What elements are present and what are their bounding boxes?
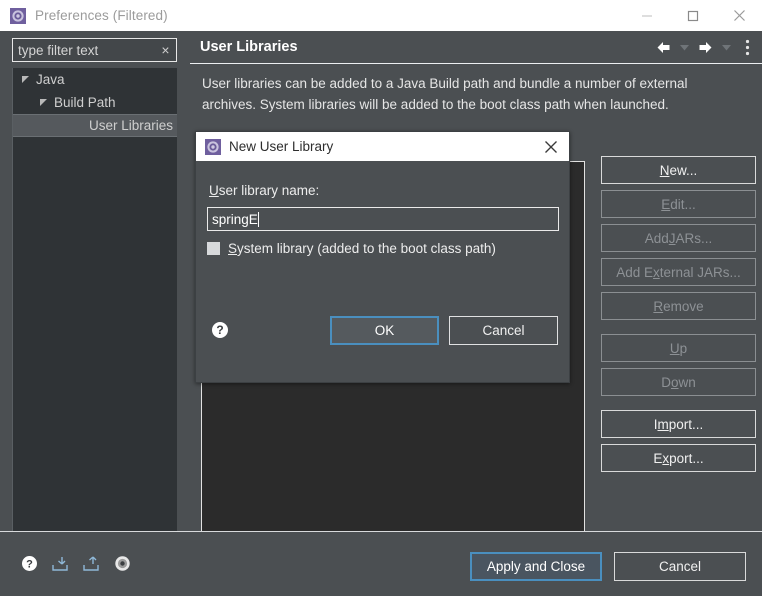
text-caret xyxy=(257,211,259,227)
window-titlebar: Preferences (Filtered) xyxy=(0,0,762,31)
back-icon[interactable] xyxy=(654,38,672,58)
remove-button: Remove xyxy=(601,292,756,320)
dialog-title: New User Library xyxy=(229,139,334,154)
help-icon[interactable]: ? xyxy=(211,321,229,339)
tree-item-label: Java xyxy=(36,72,65,87)
filter-input-value[interactable]: type filter text xyxy=(13,43,158,58)
main-header: User Libraries xyxy=(190,31,762,64)
page-title: User Libraries xyxy=(200,39,298,55)
close-icon[interactable] xyxy=(716,0,762,31)
tree-item-label: Build Path xyxy=(54,95,116,110)
library-actions: New... Edit... Add J ARs... Add Ex ternal … xyxy=(601,156,756,472)
checkbox-box-icon[interactable] xyxy=(207,242,220,255)
tree-item-user-libraries[interactable]: User Libraries xyxy=(13,114,177,137)
page-description: User libraries can be added to a Java Bu… xyxy=(202,76,688,112)
help-icon[interactable]: ? xyxy=(18,552,40,574)
add-external-jars-button: Add Ex ternal JARs... xyxy=(601,258,756,286)
edit-button: Edit... xyxy=(601,190,756,218)
footer: ? Apply and Close Cancel xyxy=(0,532,762,596)
tree-item-label: User Libraries xyxy=(88,118,173,133)
sidebar: type filter text × Java Build Path User … xyxy=(0,31,190,531)
preferences-gear-icon xyxy=(10,7,26,24)
library-name-value: springE xyxy=(212,211,258,227)
tree-item-build-path[interactable]: Build Path xyxy=(13,91,177,114)
main-toolbar xyxy=(654,31,756,64)
apply-and-close-button[interactable]: Apply and Close xyxy=(470,552,602,581)
back-dropdown-icon[interactable] xyxy=(675,38,693,58)
preferences-window: Preferences (Filtered) type filter text … xyxy=(0,0,762,596)
export-preferences-icon[interactable] xyxy=(80,552,102,574)
import-button[interactable]: Im port... xyxy=(601,410,756,438)
new-user-library-dialog: New User Library User library name: spri… xyxy=(195,131,570,383)
expand-arrow-icon[interactable] xyxy=(19,75,32,84)
dialog-cancel-button[interactable]: Cancel xyxy=(449,316,558,345)
down-button: Do wn xyxy=(601,368,756,396)
new-button[interactable]: New... xyxy=(601,156,756,184)
add-jars-button: Add J ARs... xyxy=(601,224,756,252)
forward-dropdown-icon[interactable] xyxy=(717,38,735,58)
ok-button[interactable]: OK xyxy=(330,316,439,345)
window-title: Preferences (Filtered) xyxy=(35,8,168,23)
preferences-gear-icon xyxy=(205,138,221,155)
system-library-label: System library (added to the boot class … xyxy=(228,241,496,256)
filter-input[interactable]: type filter text × xyxy=(12,38,177,62)
system-library-checkbox[interactable]: System library (added to the boot class … xyxy=(207,241,496,256)
dialog-body: User library name: springE System librar… xyxy=(196,161,569,384)
export-button[interactable]: Ex port... xyxy=(601,444,756,472)
svg-text:?: ? xyxy=(216,323,223,337)
svg-text:?: ? xyxy=(26,558,33,570)
footer-buttons: Apply and Close Cancel xyxy=(470,552,746,581)
import-preferences-icon[interactable] xyxy=(49,552,71,574)
library-name-input[interactable]: springE xyxy=(207,207,559,231)
dialog-actions: OK Cancel xyxy=(330,316,558,345)
dialog-close-icon[interactable] xyxy=(533,132,569,161)
tree-item-java[interactable]: Java xyxy=(13,68,177,91)
view-menu-icon[interactable] xyxy=(738,38,756,58)
preferences-tree[interactable]: Java Build Path User Libraries xyxy=(12,68,177,531)
cancel-button[interactable]: Cancel xyxy=(614,552,746,581)
footer-icons: ? xyxy=(18,552,133,574)
library-name-label: User library name: xyxy=(209,183,320,198)
forward-icon[interactable] xyxy=(696,38,714,58)
restore-defaults-icon[interactable] xyxy=(111,552,133,574)
up-button: Up xyxy=(601,334,756,362)
dialog-titlebar: New User Library xyxy=(196,132,569,161)
clear-filter-icon[interactable]: × xyxy=(158,43,176,57)
minimize-icon[interactable] xyxy=(624,0,670,31)
maximize-icon[interactable] xyxy=(670,0,716,31)
expand-arrow-icon[interactable] xyxy=(37,98,50,107)
